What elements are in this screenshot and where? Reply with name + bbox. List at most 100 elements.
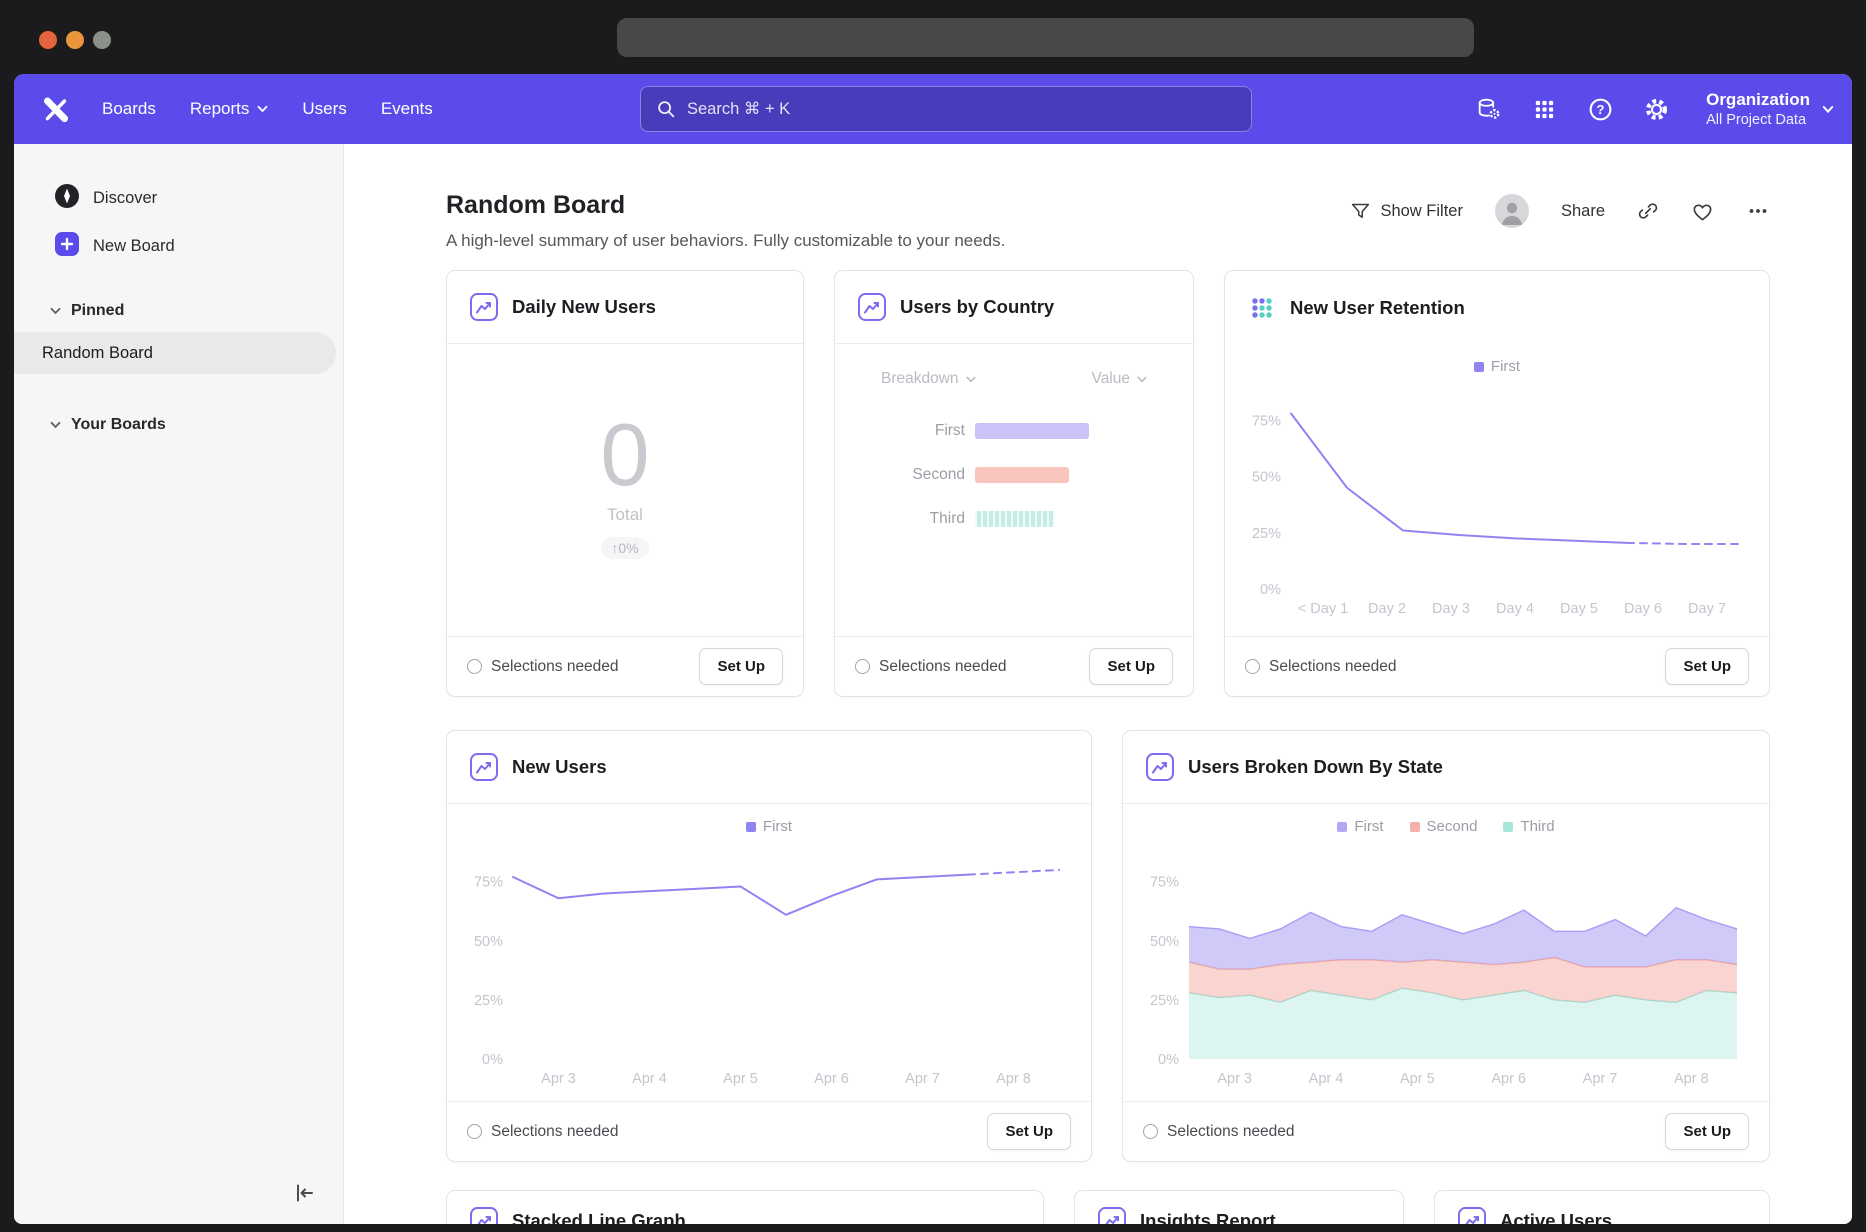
line-chart-icon: [1457, 1206, 1487, 1225]
help-button[interactable]: ?: [1580, 89, 1620, 129]
sidebar-collapse-button[interactable]: [287, 1178, 321, 1208]
page-subtitle: A high-level summary of user behaviors. …: [446, 230, 1005, 252]
browser-address-bar[interactable]: [617, 18, 1474, 57]
page-header-text: Random Board A high-level summary of use…: [446, 190, 1005, 252]
org-texts: Organization All Project Data: [1706, 89, 1810, 128]
page-title: Random Board: [446, 190, 1005, 220]
card-title: New Users: [512, 756, 607, 778]
country-row-label: First: [835, 422, 965, 440]
status-circle-icon: [855, 659, 870, 674]
card-header: Users by Country: [835, 271, 1193, 344]
compass-icon: [54, 183, 80, 214]
org-switcher[interactable]: Organization All Project Data: [1706, 89, 1834, 128]
sidebar-item-new-board[interactable]: New Board: [14, 222, 343, 270]
app-window: Boards Reports Users Events: [14, 74, 1852, 1224]
card-header: New User Retention: [1225, 271, 1769, 344]
svg-text:25%: 25%: [1150, 993, 1179, 1009]
card-header: Insights Report: [1075, 1191, 1403, 1224]
share-button[interactable]: Share: [1561, 202, 1605, 221]
set-up-button[interactable]: Set Up: [699, 648, 783, 685]
legend-swatch: [1474, 362, 1484, 372]
show-filter-label: Show Filter: [1380, 202, 1463, 221]
search-input[interactable]: [687, 100, 1237, 119]
svg-text:Apr 5: Apr 5: [723, 1071, 758, 1087]
value-dropdown[interactable]: Value: [1092, 370, 1148, 388]
top-nav: Boards Reports Users Events: [14, 74, 1852, 144]
user-icon: [1495, 194, 1529, 228]
svg-text:?: ?: [1596, 102, 1604, 117]
legend-swatch: [1503, 822, 1513, 832]
window-close-button[interactable]: [39, 31, 57, 49]
sidebar-section-pinned[interactable]: Pinned: [14, 290, 343, 332]
svg-text:< Day 1: < Day 1: [1298, 601, 1348, 617]
avatar[interactable]: [1495, 194, 1529, 228]
nav-item-reports[interactable]: Reports: [190, 99, 269, 119]
legend-label: First: [1354, 818, 1383, 835]
svg-text:Apr 6: Apr 6: [814, 1071, 849, 1087]
card-header: Daily New Users: [447, 271, 803, 344]
show-filter-button[interactable]: Show Filter: [1350, 201, 1463, 222]
set-up-button[interactable]: Set Up: [987, 1113, 1071, 1150]
country-controls: Breakdown Value: [835, 370, 1193, 388]
sidebar-item-discover[interactable]: Discover: [14, 174, 343, 222]
status-label: Selections needed: [1167, 1123, 1295, 1141]
country-row-bar: [975, 511, 1055, 527]
breakdown-dropdown[interactable]: Breakdown: [881, 370, 976, 388]
sidebar-section-your-boards[interactable]: Your Boards: [14, 404, 343, 446]
apps-grid-button[interactable]: [1524, 89, 1564, 129]
card-header: Active Users: [1435, 1191, 1769, 1224]
help-icon: ?: [1587, 96, 1614, 123]
line-chart-icon: [1145, 752, 1175, 782]
copy-link-button[interactable]: [1637, 200, 1659, 222]
org-name: Organization: [1706, 89, 1810, 110]
search-icon: [655, 98, 677, 120]
svg-text:0%: 0%: [1260, 582, 1281, 598]
org-project: All Project Data: [1706, 111, 1806, 129]
nav-item-events[interactable]: Events: [381, 99, 433, 119]
line-chart-icon: [1097, 1206, 1127, 1225]
country-row-bar: [975, 467, 1069, 483]
mixpanel-logo[interactable]: [40, 93, 72, 125]
nav-item-users[interactable]: Users: [302, 99, 346, 119]
legend-swatch: [1410, 822, 1420, 832]
country-row-label: Second: [835, 466, 965, 484]
status-selections-needed: Selections needed: [855, 658, 1007, 676]
status-selections-needed: Selections needed: [467, 1123, 619, 1141]
set-up-button[interactable]: Set Up: [1089, 648, 1173, 685]
country-breakdown-rows: FirstSecondThird: [835, 422, 1193, 528]
card-footer: Selections needed Set Up: [835, 636, 1193, 696]
legend-item: First: [1337, 818, 1383, 835]
sidebar: Discover New Board Pinned Random Board: [14, 144, 344, 1224]
sidebar-item-random-board[interactable]: Random Board: [14, 332, 336, 374]
favorite-button[interactable]: [1691, 200, 1714, 223]
settings-button[interactable]: [1636, 89, 1676, 129]
cards-row-1: Daily New Users 0 Total ↑0% Selections n…: [446, 270, 1770, 697]
svg-text:75%: 75%: [1252, 413, 1281, 429]
card-title: Users by Country: [900, 296, 1054, 318]
set-up-button[interactable]: Set Up: [1665, 1113, 1749, 1150]
chart-area: 75%50%25%0%< Day 1Day 2Day 3Day 4Day 5Da…: [1225, 381, 1769, 626]
nav-item-boards[interactable]: Boards: [102, 99, 156, 119]
status-selections-needed: Selections needed: [1143, 1123, 1295, 1141]
svg-text:Day 3: Day 3: [1432, 601, 1470, 617]
database-gear-icon: [1475, 96, 1502, 123]
window-zoom-button[interactable]: [93, 31, 111, 49]
gear-icon: [1643, 96, 1670, 123]
state-chart: 75%50%25%0%Apr 3Apr 4Apr 5Apr 6Apr 7Apr …: [1139, 841, 1753, 1091]
board-main: Random Board A high-level summary of use…: [344, 144, 1852, 1224]
status-selections-needed: Selections needed: [467, 658, 619, 676]
set-up-button[interactable]: Set Up: [1665, 648, 1749, 685]
svg-text:50%: 50%: [1252, 470, 1281, 486]
svg-text:Day 6: Day 6: [1624, 601, 1662, 617]
ellipsis-icon: [1746, 199, 1770, 223]
metric-body: 0 Total ↑0%: [447, 344, 803, 636]
global-search[interactable]: [640, 86, 1252, 132]
svg-text:0%: 0%: [1158, 1052, 1179, 1068]
data-management-button[interactable]: [1468, 89, 1508, 129]
window-minimize-button[interactable]: [66, 31, 84, 49]
svg-text:50%: 50%: [1150, 934, 1179, 950]
page-header: Random Board A high-level summary of use…: [446, 190, 1770, 252]
card-header: Stacked Line Graph: [447, 1191, 1043, 1224]
card-insights-report: Insights Report: [1074, 1190, 1404, 1224]
more-options-button[interactable]: [1746, 199, 1770, 223]
